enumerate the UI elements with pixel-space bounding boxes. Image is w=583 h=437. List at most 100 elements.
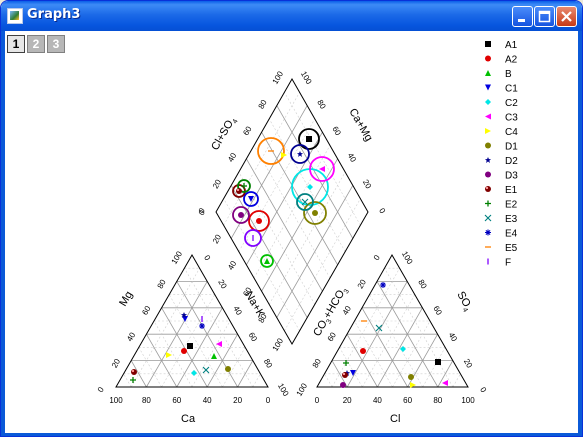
tick-label-so4: 20 — [462, 357, 475, 370]
tick-label-ca: 20 — [233, 396, 242, 405]
tick-label-ca: 100 — [109, 396, 123, 405]
sample-point-a2 — [256, 218, 262, 224]
sample-point-a2 — [360, 348, 366, 354]
tick-label-cl: 0 — [315, 396, 320, 405]
tick-label-na-k: 0 — [202, 254, 212, 263]
tick-label-cl-so4: 100 — [271, 69, 286, 86]
sample-point-c2 — [307, 184, 313, 190]
legend-label: E3 — [505, 214, 518, 225]
legend-label: C4 — [505, 127, 518, 138]
sample-point-d3 — [238, 212, 244, 218]
tick-label-ca-mg: 40 — [346, 151, 359, 164]
tick-label-ca-mg: 60 — [330, 125, 343, 138]
graph-window: Graph3 1 2 3 100 80 60 40 20 0 0 20 40 60 80 100 100… — [0, 0, 583, 437]
sample-point-c4 — [166, 352, 172, 358]
tick-label-cl: 100 — [461, 396, 475, 405]
tick-label-ca: 0 — [266, 396, 271, 405]
tick-label-cl-so4: 20 — [211, 178, 224, 191]
axis-label-cl: Cl — [390, 413, 400, 425]
tick-label-co3-hco3: 60 — [326, 330, 339, 343]
sample-point-c1 — [248, 196, 254, 202]
legend-label: D2 — [505, 156, 518, 167]
tick-label-cl-so4: 40 — [226, 151, 239, 164]
piper-diagram[interactable]: 100 80 60 40 20 00204060801001008060402000 20 4… — [1, 1, 583, 437]
legend: A1 A2 B C1 C2 C3 C4 D1 D2 D3 E1 E2 E3 E4 E5 F — [484, 40, 518, 269]
sample-point-d1 — [408, 374, 414, 380]
tick-label-na-k: 80 — [262, 357, 275, 370]
tick-label-co3-hco3: 0 — [372, 253, 382, 262]
tick-label-diamond-left: 100 — [271, 336, 286, 353]
legend-label: E5 — [505, 243, 518, 254]
legend-label: A1 — [505, 40, 518, 51]
sample-point-c3 — [442, 380, 448, 386]
legend-marker-e2 — [485, 200, 491, 207]
legend-marker-b — [485, 70, 491, 76]
legend-marker-e4 — [485, 229, 491, 236]
sample-point-a1 — [435, 359, 441, 365]
tick-label-ca: 60 — [172, 396, 181, 405]
tick-label-ca: 40 — [203, 396, 212, 405]
legend-marker-a1 — [485, 41, 491, 47]
legend-marker-d1 — [485, 142, 491, 149]
sample-point-d1 — [312, 210, 318, 216]
tick-label-so4: 60 — [431, 304, 444, 317]
tick-label-cl: 60 — [403, 396, 412, 405]
sample-point-a1 — [306, 136, 312, 142]
sample-point-c2 — [191, 370, 197, 376]
sample-point-a1 — [187, 343, 193, 349]
sample-point-d3 — [340, 382, 346, 388]
anion-triangle-gridline — [362, 294, 416, 388]
tick-label-mg: 0 — [96, 385, 106, 394]
legend-label: B — [505, 69, 512, 80]
tick-label-cl-so4: 60 — [241, 124, 254, 137]
tick-label-so4: 40 — [447, 331, 460, 344]
sample-point-c3 — [216, 341, 222, 347]
axis-label-ca: Ca — [181, 413, 196, 425]
sample-point-e1 — [236, 188, 242, 194]
tick-label-ca: 80 — [142, 396, 151, 405]
tick-label-cl-so4: 80 — [257, 98, 270, 111]
tick-label-cl: 80 — [433, 396, 442, 405]
tick-label-mg: 20 — [110, 357, 123, 370]
legend-label: E4 — [505, 229, 518, 240]
anion-triangle-gridline — [354, 320, 393, 388]
tick-label-cl: 40 — [373, 396, 382, 405]
legend-label: E2 — [505, 200, 518, 211]
tick-label-so4: 100 — [400, 250, 415, 267]
axis-label-cl-so4: Cl+SO4 — [209, 115, 239, 154]
tick-label-ca-mg: 100 — [299, 70, 314, 87]
cation-triangle-gridline — [153, 320, 193, 388]
diamond-gridline — [230, 185, 308, 318]
legend-label: F — [505, 258, 511, 269]
tick-label-so4: 80 — [416, 278, 429, 291]
legend-marker-d3 — [485, 171, 491, 178]
cation-triangle-gridline — [161, 294, 216, 388]
tick-label-mg: 100 — [170, 249, 185, 266]
sample-point-e1 — [342, 372, 348, 378]
legend-marker-c4 — [485, 128, 491, 134]
tick-label-ca-mg: 80 — [315, 98, 328, 111]
sample-point-e2 — [130, 377, 136, 383]
cation-triangle-gridline — [191, 320, 231, 388]
anion-triangle-gridline — [324, 373, 333, 388]
sample-point-d1 — [225, 366, 231, 372]
legend-label: C3 — [505, 113, 518, 124]
axis-label-mg: Mg — [117, 289, 135, 308]
sample-point-e4 — [380, 282, 386, 288]
cation-triangle-gridline — [252, 373, 261, 388]
tick-label-ca-mg: 0 — [377, 207, 387, 216]
tick-label-na-k: 100 — [276, 382, 291, 399]
tick-label-na-k: 60 — [247, 331, 260, 344]
sample-point-a2 — [181, 348, 187, 354]
legend-marker-d2 — [485, 157, 491, 163]
legend-label: E1 — [505, 185, 518, 196]
anion-triangle-gridline — [452, 373, 461, 388]
legend-marker-c1 — [485, 84, 491, 91]
tick-label-ca-mg: 20 — [361, 178, 374, 191]
legend-label: C2 — [505, 98, 518, 109]
tick-label-cl: 20 — [343, 396, 352, 405]
tick-label-co3-hco3: 80 — [311, 357, 324, 370]
legend-marker-e3 — [484, 214, 492, 222]
tick-label-na-k: 20 — [216, 278, 229, 291]
legend-label: A2 — [505, 55, 518, 66]
